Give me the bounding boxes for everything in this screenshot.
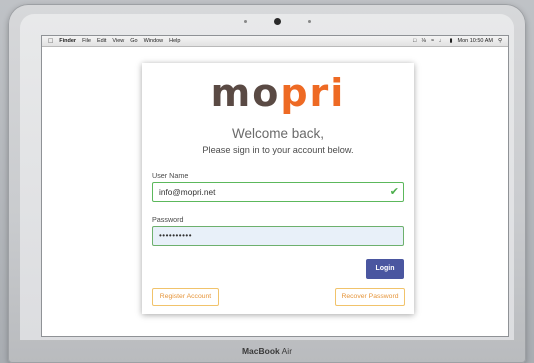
username-input[interactable]: info@mopri.net ✔ — [152, 182, 404, 202]
battery-icon[interactable]: ▮ — [449, 36, 452, 47]
menu-go[interactable]: Go — [130, 36, 137, 47]
menu-window[interactable]: Window — [144, 36, 164, 47]
wifi-icon[interactable]: ≈ — [431, 36, 434, 47]
password-label: Password — [152, 215, 184, 224]
password-value: •••••••••• — [159, 231, 193, 240]
register-account-button[interactable]: Register Account — [152, 288, 219, 306]
camera-icon — [274, 18, 281, 25]
menu-view[interactable]: View — [112, 36, 124, 47]
username-value: info@mopri.net — [159, 187, 216, 197]
apple-logo-icon[interactable]:  — [48, 36, 53, 47]
bluetooth-icon[interactable]: ⅛ — [421, 36, 426, 47]
welcome-heading: Welcome back, — [231, 126, 325, 141]
app-window: mopri Welcome back, Please sign in to yo… — [42, 47, 508, 336]
mopri-logo: mopri — [210, 71, 346, 115]
volume-icon[interactable]: ♩ — [439, 36, 445, 47]
ambient-sensor-dot — [244, 20, 247, 23]
username-label: User Name — [152, 171, 189, 180]
menu-help[interactable]: Help — [169, 36, 180, 47]
login-card: mopri Welcome back, Please sign in to yo… — [142, 63, 414, 314]
signin-subtitle: Please sign in to your account below. — [202, 145, 354, 155]
menu-bar:  Finder File Edit View Go Window Help □… — [42, 36, 508, 47]
password-input[interactable]: •••••••••• — [152, 226, 404, 246]
menu-file[interactable]: File — [82, 36, 91, 47]
menu-edit[interactable]: Edit — [97, 36, 106, 47]
screen:  Finder File Edit View Go Window Help □… — [42, 36, 508, 336]
checkmark-icon: ✔ — [389, 186, 399, 198]
status-area: □ ⅛ ≈ ♩ ▮ Mon 10:50 AM ⚲ — [413, 36, 508, 47]
login-button[interactable]: Login — [366, 259, 404, 279]
menubar-clock[interactable]: Mon 10:50 AM — [458, 36, 493, 47]
menu-finder[interactable]: Finder — [59, 36, 76, 47]
recover-password-button[interactable]: Recover Password — [335, 288, 405, 306]
laptop-frame:  Finder File Edit View Go Window Help □… — [8, 4, 526, 363]
mic-dot — [308, 20, 311, 23]
airplay-icon[interactable]: □ — [413, 36, 416, 47]
device-label: MacBook Air — [241, 346, 293, 356]
spotlight-search-icon[interactable]: ⚲ — [498, 36, 502, 47]
